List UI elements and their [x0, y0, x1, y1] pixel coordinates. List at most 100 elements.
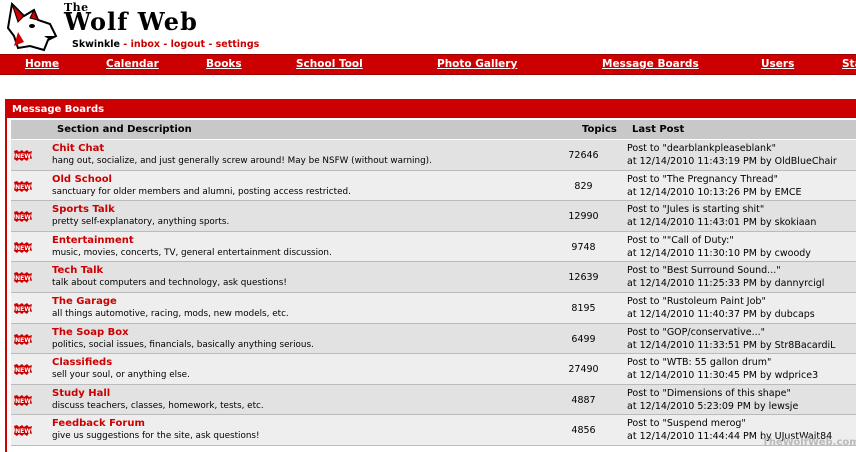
topic-count: 829 [574, 180, 593, 192]
board-name-link[interactable]: Entertainment [52, 235, 134, 246]
nav-calendar[interactable]: Calendar [106, 58, 159, 70]
logout-link[interactable]: logout [171, 39, 205, 50]
last-post-link[interactable]: Post to "Best Surround Sound..." [627, 265, 781, 276]
last-post-meta: at 12/14/2010 11:25:33 PM by dannyrcigl [627, 278, 825, 290]
board-name-link[interactable]: The Soap Box [52, 327, 129, 338]
watermark: TheWolfWeb.com [762, 437, 856, 448]
new-posts-icon[interactable]: NEW [13, 150, 33, 161]
board-row[interactable]: NEW The Garage all things automotive, raci… [11, 292, 856, 324]
new-posts-icon[interactable]: NEW [13, 241, 33, 253]
board-name-link[interactable]: Chit Chat [52, 143, 104, 154]
board-description: sell your soul, or anything else. [52, 370, 190, 381]
last-post-link[interactable]: Post to "dearblankpleaseblank" [627, 143, 776, 154]
board-name-link[interactable]: Old School [52, 174, 112, 185]
last-post-link[interactable]: Post to "Rustoleum Paint Job" [627, 296, 766, 307]
svg-text:NEW: NEW [15, 275, 31, 282]
topic-count: 72646 [568, 150, 599, 161]
board-row[interactable]: NEW Feedback Forum give us suggestions for… [11, 415, 856, 446]
last-post-meta: at 12/14/2010 11:30:45 PM by wdprice3 [627, 370, 819, 382]
board-row[interactable]: NEW Tech Talk talk about computers and tec… [11, 262, 856, 293]
topic-count: 4856 [571, 425, 596, 437]
board-list: NEW Chit Chat hang out, socialize, and jus… [11, 140, 856, 446]
topic-count: 12639 [568, 272, 599, 284]
nav-users[interactable]: Users [761, 58, 794, 70]
board-row[interactable]: NEW Sports Talk pretty self-explanatory, a… [11, 201, 856, 232]
last-post-meta: at 12/14/2010 11:33:51 PM by Str8Bacardi… [627, 339, 836, 351]
new-posts-icon[interactable]: NEW [13, 394, 33, 406]
new-posts-icon[interactable]: NEW [13, 333, 33, 345]
topic-count: 12990 [568, 211, 599, 223]
wolf-logo-icon[interactable] [4, 2, 58, 52]
board-description: music, movies, concerts, TV, general ent… [52, 247, 332, 258]
nav-message-boards[interactable]: Message Boards [602, 58, 699, 70]
separator: - [123, 39, 128, 50]
svg-text:NEW: NEW [15, 367, 31, 374]
board-name-link[interactable]: Feedback Forum [52, 418, 145, 429]
board-row[interactable]: NEW Entertainment music, movies, concerts,… [11, 231, 856, 263]
nav-stats[interactable]: Sta [842, 58, 856, 70]
board-name-link[interactable]: Study Hall [52, 388, 110, 399]
board-description: pretty self-explanatory, anything sports… [52, 217, 230, 228]
topic-count: 6499 [571, 333, 596, 345]
last-post-link[interactable]: Post to "WTB: 55 gallon drum" [627, 357, 771, 368]
column-section: Section and Description [57, 124, 192, 135]
board-description: hang out, socialize, and just generally … [52, 156, 432, 166]
username[interactable]: Skwinkle [72, 39, 120, 50]
new-posts-icon[interactable]: NEW [13, 211, 33, 223]
new-posts-icon[interactable]: NEW [13, 272, 33, 284]
nav-books[interactable]: Books [206, 58, 242, 70]
last-post-link[interactable]: Post to "Dimensions of this shape" [627, 388, 791, 399]
board-name-link[interactable]: Tech Talk [52, 265, 103, 276]
svg-text:NEW: NEW [15, 153, 31, 160]
column-topics: Topics [582, 124, 617, 135]
svg-text:NEW: NEW [15, 245, 31, 252]
topic-count: 8195 [571, 302, 596, 314]
last-post-link[interactable]: Post to "Jules is starting shit" [627, 204, 764, 215]
board-row[interactable]: NEW The Soap Box politics, social issues, … [11, 323, 856, 355]
new-posts-icon[interactable]: NEW [13, 364, 33, 376]
board-name-link[interactable]: Classifieds [52, 357, 112, 368]
brand-name[interactable]: Wolf Web [64, 7, 198, 36]
nav-home[interactable]: Home [25, 58, 59, 70]
board-row[interactable]: NEW Chit Chat hang out, socialize, and jus… [11, 140, 856, 171]
settings-link[interactable]: settings [216, 39, 260, 50]
last-post-link[interactable]: Post to "GOP/conservative..." [627, 327, 765, 338]
separator: - [163, 39, 168, 50]
board-row[interactable]: NEW Study Hall discuss teachers, classes, … [11, 384, 856, 416]
svg-text:NEW: NEW [15, 428, 31, 435]
board-name-link[interactable]: The Garage [52, 296, 117, 307]
board-name-link[interactable]: Sports Talk [52, 204, 115, 215]
last-post-link[interactable]: Post to "The Pregnancy Thread" [627, 174, 778, 185]
user-bar: Skwinkle - inbox - logout - settings [72, 39, 259, 50]
panel-title: Message Boards [7, 101, 856, 118]
inbox-link[interactable]: inbox [131, 39, 160, 50]
last-post-meta: at 12/14/2010 5:23:09 PM by lewsje [627, 400, 799, 412]
column-header-row: Section and Description Topics Last Post [11, 120, 856, 139]
site-header: The Wolf Web Skwinkle - inbox - logout -… [0, 0, 856, 52]
nav-photo-gallery[interactable]: Photo Gallery [437, 58, 517, 70]
board-row[interactable]: NEW Old School sanctuary for older members… [11, 170, 856, 202]
nav-school-tool[interactable]: School Tool [296, 58, 363, 70]
topic-count: 27490 [568, 364, 599, 376]
board-description: discuss teachers, classes, homework, tes… [52, 400, 264, 411]
last-post-meta: at 12/14/2010 11:30:10 PM by cwoody [627, 247, 811, 259]
last-post-meta: at 12/14/2010 11:43:19 PM by OldBlueChai… [627, 156, 837, 167]
board-row[interactable]: NEW Classifieds sell your soul, or anythin… [11, 354, 856, 385]
board-description: give us suggestions for the site, ask qu… [52, 431, 260, 442]
last-post-link[interactable]: Post to ""Call of Duty:" [627, 235, 734, 246]
main-nav: Home Calendar Books School Tool Photo Ga… [0, 54, 856, 75]
column-last-post: Last Post [632, 124, 685, 135]
last-post-link[interactable]: Post to "Suspend merog" [627, 418, 746, 429]
svg-text:NEW: NEW [15, 398, 31, 405]
message-boards-panel: Message Boards Section and Description T… [5, 99, 856, 452]
new-posts-icon[interactable]: NEW [13, 302, 33, 314]
board-description: sanctuary for older members and alumni, … [52, 186, 351, 197]
svg-text:NEW: NEW [15, 184, 31, 191]
new-posts-icon[interactable]: NEW [13, 180, 33, 192]
new-posts-icon[interactable]: NEW [13, 425, 33, 437]
svg-text:NEW: NEW [15, 214, 31, 221]
board-description: politics, social issues, financials, bas… [52, 339, 314, 350]
board-description: talk about computers and technology, ask… [52, 278, 287, 289]
topic-count: 9748 [571, 241, 596, 253]
last-post-meta: at 12/14/2010 11:43:01 PM by skokiaan [627, 217, 817, 229]
